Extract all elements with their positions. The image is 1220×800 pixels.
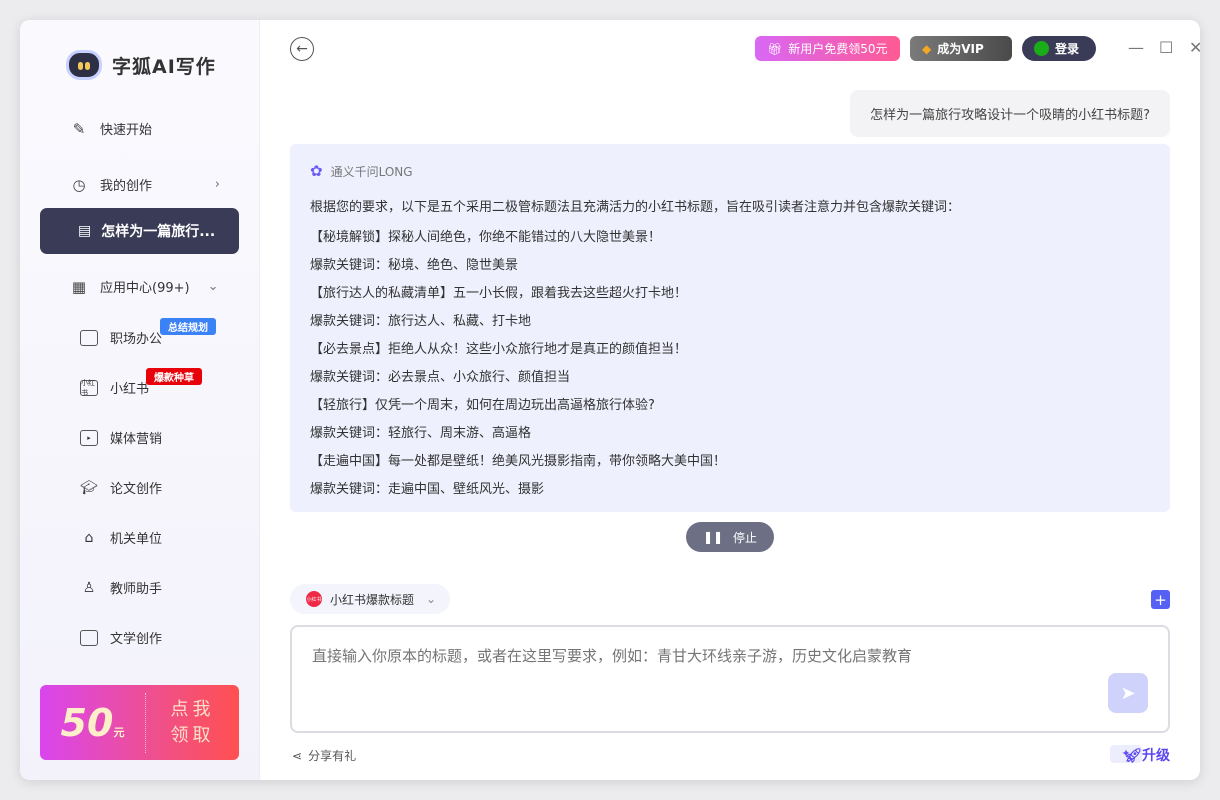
share-link[interactable]: ⋖ 分享有礼 [292, 747, 356, 764]
gift-icon: 🎁︎ [767, 41, 783, 56]
nav-label: 小红书 [110, 382, 150, 397]
sidebar-item-workplace[interactable]: 职场办公 [80, 328, 162, 347]
nav-label: 机关单位 [110, 532, 163, 547]
login-label: 登录 [1055, 42, 1080, 56]
nav-label: 我的创作 [100, 179, 153, 194]
add-button[interactable]: + [1151, 590, 1170, 609]
nav-label: 媒体营销 [110, 432, 163, 447]
vip-label: 成为VIP [937, 42, 984, 56]
tag-badge: 总结规划 [160, 318, 216, 335]
coupon-cta-text: 点我领取 [170, 698, 215, 746]
template-selector[interactable]: 小红书 小红书爆款标题 ⌄ [290, 584, 451, 614]
share-label: 分享有礼 [308, 749, 357, 763]
nav-quick-start[interactable]: ✎ 快速开始 [70, 119, 153, 139]
model-label: ✿ 通义千问LONG [310, 162, 1150, 180]
prompt-input[interactable] [312, 645, 1148, 685]
wechat-icon [1034, 41, 1049, 56]
model-name: 通义千问LONG [330, 164, 413, 179]
maximize-icon[interactable]: ☐ [1159, 38, 1173, 57]
briefcase-icon [80, 329, 98, 346]
nav-app-center[interactable]: ▦ 应用中心(99+) ⌄ [70, 277, 219, 297]
answer-line: 【走遍中国】每一处都是壁纸！绝美风光摄影指南，带你领略大美中国！ [310, 454, 727, 469]
sidebar-item-xiaohongshu[interactable]: 小红书 小红书 [80, 378, 149, 397]
user-question: 怎样为一篇旅行攻略设计一个吸睛的小红书标题? [850, 90, 1170, 137]
sidebar-item-thesis[interactable]: 🎓︎ 论文创作 [80, 478, 163, 498]
diamond-icon: ◆ [922, 41, 932, 56]
answer-line: 爆款关键词：必去景点、小众旅行、颜值担当 [310, 370, 571, 385]
grid-icon: ▦ [71, 277, 87, 296]
close-icon[interactable]: ✕ [1189, 38, 1200, 57]
answer-line: 爆款关键词：旅行达人、私藏、打卡地 [310, 314, 532, 329]
chevron-down-icon: ⌄ [207, 279, 219, 294]
pen-icon: ✎ [72, 119, 86, 138]
nav-my-creations[interactable]: ◷ 我的创作 › [70, 175, 220, 195]
answer-line: 爆款关键词：走遍中国、壁纸风光、摄影 [310, 482, 545, 497]
ai-answer: ✿ 通义千问LONG 根据您的要求，以下是五个采用二极管标题法且充满活力的小红书… [290, 144, 1170, 512]
nav-active-chat[interactable]: ▤ 怎样为一篇旅行... [40, 208, 239, 254]
sidebar-item-literature[interactable]: 文学创作 [80, 628, 162, 647]
video-icon: ▸ [80, 429, 98, 446]
nav-label: 论文创作 [110, 482, 163, 497]
answer-line: 【秘境解锁】探秘人间绝色，你绝不能错过的八大隐世美景！ [310, 230, 662, 245]
stop-button[interactable]: ❚❚ 停止 [686, 522, 774, 552]
tongyi-logo-icon: ✿ [310, 162, 323, 180]
sidebar-item-media[interactable]: ▸ 媒体营销 [80, 428, 162, 447]
share-icon: ⋖ [292, 748, 303, 763]
chat-icon: ▤ [78, 223, 92, 239]
stop-label: 停止 [733, 530, 758, 545]
back-button[interactable]: ← [290, 37, 314, 61]
coupon-value: 50 [60, 700, 114, 745]
answer-line: 【旅行达人的私藏清单】五一小长假，跟着我去这些超火打卡地！ [310, 286, 688, 301]
teacher-icon: ♙ [82, 579, 96, 596]
coupon-cta: 点我领取 [145, 692, 239, 753]
vip-button[interactable]: ◆ 成为VIP [910, 36, 1012, 61]
answer-line: 爆款关键词：秘境、绝色、隐世美景 [310, 258, 519, 273]
rocket-icon: 🚀︎ [1124, 748, 1142, 764]
promo-button[interactable]: 🎁︎ 新用户免费领50元 [755, 36, 900, 61]
upgrade-link[interactable]: 🚀︎升级 [1124, 745, 1170, 765]
nav-label: 文学创作 [110, 632, 163, 647]
chevron-down-icon: ⌄ [426, 592, 437, 606]
nav-label: 应用中心(99+) [100, 281, 190, 296]
answer-line: 根据您的要求，以下是五个采用二极管标题法且充满活力的小红书标题，旨在吸引读者注意… [310, 200, 961, 215]
xiaohongshu-icon: 小红书 [80, 379, 98, 397]
xiaohongshu-icon: 小红书 [306, 591, 322, 607]
minimize-icon[interactable]: — [1128, 38, 1144, 57]
promo-label: 新用户免费领50元 [788, 42, 888, 56]
graduation-cap-icon: 🎓︎ [80, 479, 98, 496]
coupon-amount: 50元 [40, 701, 145, 745]
sidebar-item-teacher[interactable]: ♙ 教师助手 [80, 578, 163, 598]
clock-icon: ◷ [72, 175, 86, 194]
book-icon [80, 629, 98, 646]
answer-line: 【轻旅行】仅凭一个周末，如何在周边玩出高逼格旅行体验? [310, 398, 655, 413]
answer-line: 【必去景点】拒绝人从众！这些小众旅行地才是真正的颜值担当！ [310, 342, 688, 357]
prompt-box: ➤ [290, 625, 1170, 733]
upgrade-label: 升级 [1142, 748, 1170, 764]
sidebar: 字狐AI写作 ✎ 快速开始 ◷ 我的创作 › ▤ 怎样为一篇旅行... ▦ 应用… [20, 20, 260, 780]
app-name: 字狐AI写作 [112, 55, 216, 78]
chevron-right-icon: › [214, 177, 220, 192]
send-button[interactable]: ➤ [1108, 673, 1148, 713]
coupon-unit: 元 [113, 725, 125, 739]
app-logo: 字狐AI写作 [66, 50, 216, 80]
pause-icon: ❚❚ [702, 530, 724, 544]
send-icon: ➤ [1120, 682, 1136, 704]
app-window: 字狐AI写作 ✎ 快速开始 ◷ 我的创作 › ▤ 怎样为一篇旅行... ▦ 应用… [20, 20, 1200, 780]
building-icon: ⌂ [84, 529, 94, 546]
nav-label: 职场办公 [110, 332, 163, 347]
nav-label: 快速开始 [100, 123, 153, 138]
answer-line: 爆款关键词：轻旅行、周末游、高逼格 [310, 426, 532, 441]
coupon-banner[interactable]: 50元 点我领取 [40, 685, 239, 760]
login-button[interactable]: 登录 [1022, 36, 1096, 61]
sidebar-item-government[interactable]: ⌂ 机关单位 [80, 528, 163, 548]
nav-label: 怎样为一篇旅行... [101, 224, 216, 240]
nav-label: 教师助手 [110, 582, 163, 597]
robot-logo-icon [66, 50, 102, 80]
template-label: 小红书爆款标题 [330, 592, 415, 607]
main-panel: ← 🎁︎ 新用户免费领50元 ◆ 成为VIP 登录 — ☐ ✕ 怎样为一篇旅行攻略设… [260, 20, 1200, 780]
tag-badge: 爆款种草 [146, 368, 202, 385]
